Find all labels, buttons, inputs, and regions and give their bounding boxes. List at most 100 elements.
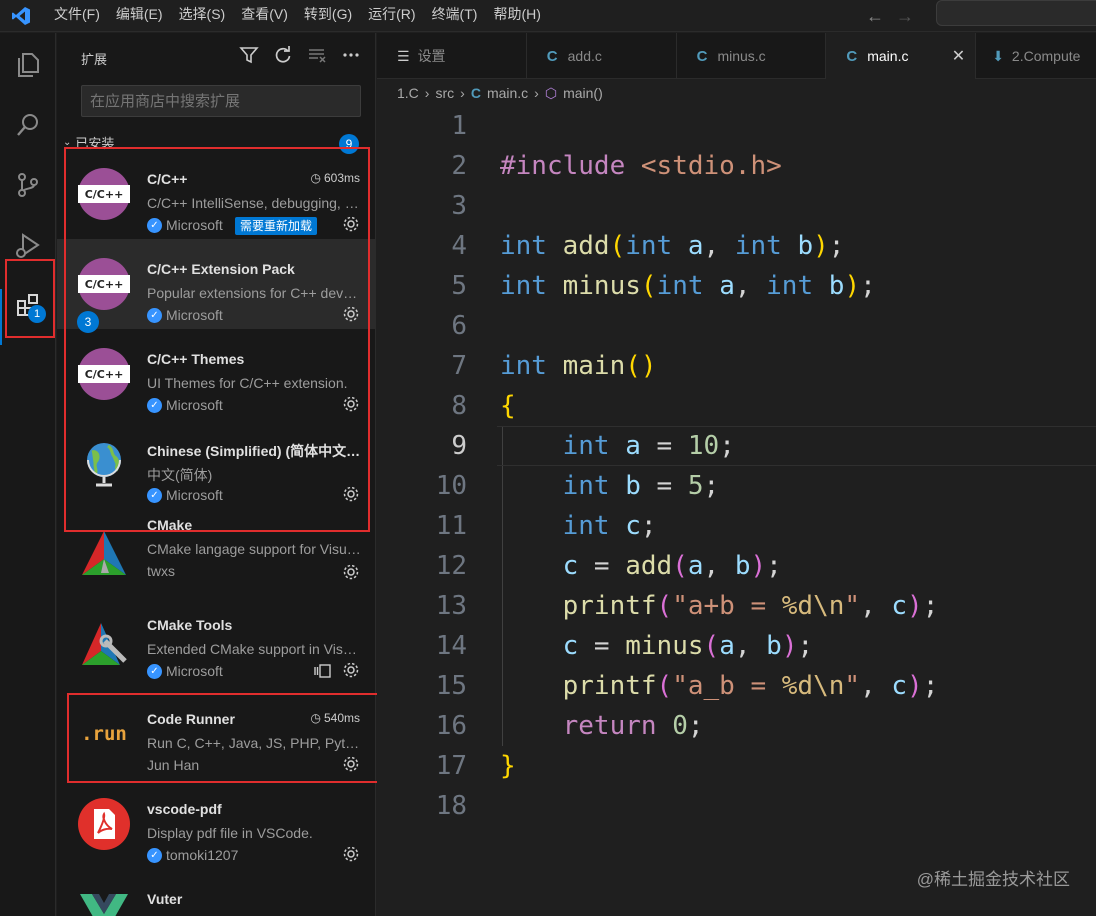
extension-item-vscode-pdf[interactable]: vscode-pdf Display pdf file in VSCode. ✓… bbox=[57, 779, 376, 869]
menu-selection[interactable]: 选择(S) bbox=[171, 0, 234, 32]
line-number: 3 bbox=[451, 191, 467, 221]
extension-item-vuter[interactable]: Vuter bbox=[57, 869, 376, 916]
extension-publisher: twxs bbox=[147, 563, 175, 579]
extension-name: Chinese (Simplified) (简体中文) Language Pac… bbox=[147, 443, 361, 459]
c-file-icon: C bbox=[846, 47, 858, 65]
code-line: int add(int a, int b); bbox=[500, 231, 845, 261]
run-debug-icon[interactable] bbox=[0, 221, 56, 269]
gear-icon[interactable] bbox=[342, 845, 360, 863]
breadcrumb-src[interactable]: src bbox=[435, 85, 454, 101]
extension-publisher: Microsoft bbox=[166, 217, 223, 233]
line-number: 13 bbox=[435, 591, 467, 621]
code-line: int a = 10; bbox=[562, 431, 735, 461]
source-control-icon[interactable] bbox=[0, 161, 56, 209]
workspace-icon bbox=[314, 664, 331, 678]
search-icon[interactable] bbox=[0, 101, 56, 149]
tab-add-c[interactable]: Cadd.c bbox=[527, 33, 677, 79]
gear-icon[interactable] bbox=[342, 305, 360, 323]
code-line: } bbox=[500, 751, 516, 781]
verified-publisher-icon: ✓ bbox=[147, 307, 162, 323]
cpp-logo-icon: C/C++ bbox=[77, 167, 131, 221]
menu-help[interactable]: 帮助(H) bbox=[485, 0, 548, 32]
gear-icon[interactable] bbox=[342, 661, 360, 679]
code-line: int main() bbox=[500, 351, 657, 381]
close-icon[interactable]: ✕ bbox=[952, 46, 965, 66]
extension-publisher: Microsoft bbox=[166, 487, 223, 503]
menu-file[interactable]: 文件(F) bbox=[46, 0, 108, 32]
tab-main-c[interactable]: Cmain.c ✕ bbox=[826, 33, 977, 79]
more-actions-icon[interactable] bbox=[341, 45, 361, 65]
extensions-sidebar: 扩展 ⌄ 已安装 9 C/C++ C/C++ ◷603ms C/C++ Inte… bbox=[57, 33, 376, 916]
extension-publisher: Microsoft bbox=[166, 663, 223, 679]
watermark: @稀土掘金技术社区 bbox=[916, 870, 1070, 889]
gear-icon[interactable] bbox=[342, 563, 360, 581]
extensions-icon[interactable] bbox=[0, 281, 56, 329]
pdf-logo-icon bbox=[77, 797, 131, 851]
clear-list-icon[interactable] bbox=[307, 45, 327, 65]
extension-item-cpp-extension-pack[interactable]: C/C++ 3 C/C++ Extension Pack Popular ext… bbox=[57, 239, 376, 333]
code-editor[interactable]: 1 2 #include <stdio.h> 3 4 int add(int a, … bbox=[377, 106, 1096, 916]
code-line: int c; bbox=[562, 511, 657, 541]
clock-icon: ◷ bbox=[310, 711, 321, 725]
tab-compute[interactable]: ⬇ 2.Compute bbox=[976, 33, 1096, 79]
menu-terminal[interactable]: 终端(T) bbox=[424, 0, 486, 32]
breadcrumb-file[interactable]: main.c bbox=[487, 85, 528, 101]
reload-required-button[interactable]: 需要重新加载 bbox=[235, 217, 318, 235]
line-number: 17 bbox=[435, 751, 467, 781]
forward-arrow-icon[interactable]: → bbox=[896, 6, 914, 27]
code-line: return 0; bbox=[562, 711, 704, 741]
extension-item-chinese-language-pack[interactable]: Chinese (Simplified) (简体中文) Language Pac… bbox=[57, 419, 376, 509]
filter-icon[interactable] bbox=[239, 45, 259, 65]
extension-item-cpp-themes[interactable]: C/C++ C/C++ Themes UI Themes for C/C++ e… bbox=[57, 329, 376, 419]
tab-minus-c[interactable]: Cminus.c bbox=[677, 33, 827, 79]
line-number: 12 bbox=[435, 551, 467, 581]
chevron-right-icon: › bbox=[460, 85, 465, 101]
vscode-logo-icon bbox=[10, 5, 32, 27]
gear-icon[interactable] bbox=[342, 755, 360, 773]
command-center[interactable] bbox=[936, 0, 1096, 26]
extension-name: C/C++ Themes bbox=[147, 351, 245, 367]
extension-search-input[interactable] bbox=[81, 85, 361, 117]
code-line: printf("a+b = %d\n", c); bbox=[562, 591, 939, 621]
verified-publisher-icon: ✓ bbox=[147, 663, 162, 679]
code-line: #include <stdio.h> bbox=[500, 151, 782, 181]
line-number: 15 bbox=[435, 671, 467, 701]
code-line: { bbox=[500, 391, 516, 421]
tab-settings[interactable]: ☰ 设置 bbox=[377, 33, 527, 79]
line-number: 7 bbox=[451, 351, 467, 381]
extension-name: C/C++ Extension Pack bbox=[147, 261, 295, 277]
extension-name: C/C++ bbox=[147, 171, 188, 187]
line-number: 6 bbox=[451, 311, 467, 341]
sidebar-title: 扩展 bbox=[81, 52, 108, 67]
gear-icon[interactable] bbox=[342, 215, 360, 233]
gear-icon[interactable] bbox=[342, 395, 360, 413]
explorer-icon[interactable] bbox=[0, 41, 56, 89]
breadcrumb-folder[interactable]: 1.C bbox=[397, 85, 419, 101]
extension-item-code-runner[interactable]: .run Code Runner ◷ 540ms Run C, C++, Java… bbox=[57, 689, 376, 779]
extension-item-cpp[interactable]: C/C++ C/C++ ◷ 603ms C/C++ IntelliSense, d… bbox=[57, 149, 376, 239]
back-arrow-icon[interactable]: ← bbox=[866, 6, 884, 27]
extension-description: Run C, C++, Java, JS, PHP, Python, Perl,… bbox=[147, 735, 361, 751]
verified-publisher-icon: ✓ bbox=[147, 847, 162, 863]
settings-icon: ☰ bbox=[397, 47, 410, 64]
refresh-icon[interactable] bbox=[273, 45, 293, 65]
code-runner-logo-icon: .run bbox=[81, 723, 127, 745]
extension-name: CMake bbox=[147, 517, 193, 533]
menu-view[interactable]: 查看(V) bbox=[233, 0, 296, 32]
editor-tabs: ☰ 设置 Cadd.c Cminus.c Cmain.c ✕ ⬇ 2.Compute bbox=[377, 33, 1096, 79]
line-number: 9 bbox=[451, 431, 467, 461]
code-line: printf("a_b = %d\n", c); bbox=[562, 671, 939, 701]
chevron-right-icon: › bbox=[424, 85, 430, 101]
menu-run[interactable]: 运行(R) bbox=[360, 0, 423, 32]
extension-description: C/C++ IntelliSense, debugging, and code … bbox=[147, 195, 361, 211]
extension-item-cmake-tools[interactable]: CMake Tools Extended CMake support in Vi… bbox=[57, 599, 376, 689]
line-number: 11 bbox=[435, 511, 467, 541]
c-file-icon: C bbox=[546, 47, 558, 65]
gear-icon[interactable] bbox=[342, 485, 360, 503]
menu-go[interactable]: 转到(G) bbox=[296, 0, 360, 32]
breadcrumb-symbol[interactable]: main() bbox=[563, 85, 603, 101]
extension-item-cmake[interactable]: CMake CMake langage support for Visual S… bbox=[57, 509, 376, 599]
line-number: 10 bbox=[435, 471, 467, 501]
extension-description: CMake langage support for Visual Studio … bbox=[147, 541, 361, 557]
menu-edit[interactable]: 编辑(E) bbox=[108, 0, 171, 32]
